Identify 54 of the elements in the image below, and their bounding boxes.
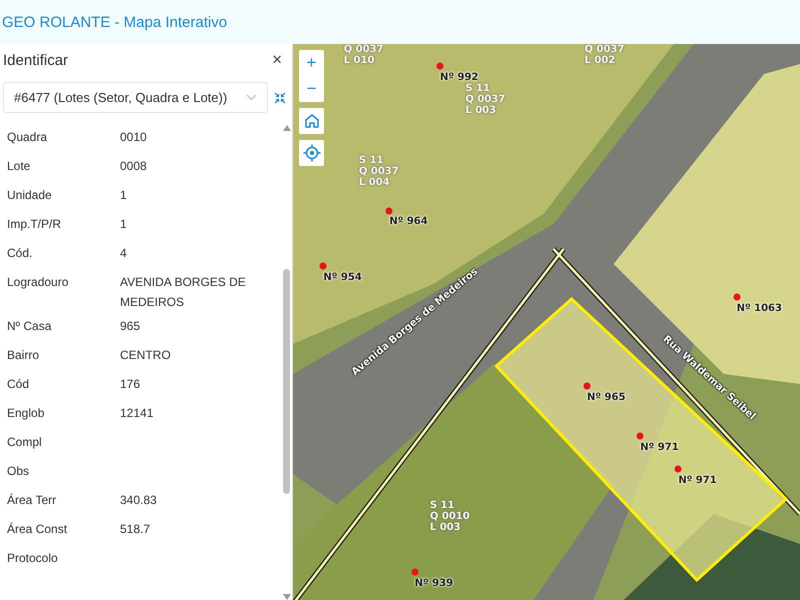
collapse-icon[interactable] [274,92,286,104]
chevron-down-icon [246,94,257,101]
field-value: 0010 [120,129,148,146]
scrollbar[interactable] [282,123,292,600]
layer-select[interactable]: #6477 (Lotes (Setor, Quadra e Lote)) [3,82,268,113]
house-number-label: Nº 939 [414,578,454,589]
field-label: Nº Casa [7,318,52,335]
field-value: 1 [120,187,128,204]
field-label: Unidade [7,187,53,204]
field-value: 1 [120,216,128,233]
field-label: Logradouro [7,274,70,291]
locate-button[interactable] [299,140,324,166]
scroll-up-icon[interactable] [283,125,291,131]
house-number-label: Nº 954 [323,272,362,283]
field-value: AVENIDA BORGES DE MEDEIROS [120,274,247,311]
field-label: Obs [7,463,30,480]
home-icon [304,113,320,129]
field-value: 176 [120,376,142,393]
field-value: 965 [120,318,142,335]
field-label: Protocolo [7,550,59,567]
field-label: Área Terr [7,492,58,509]
field-label: Área Const [7,521,68,538]
field-label: Englob [7,405,46,422]
lot-label: S 11 Q 0010 L 003 [430,500,470,533]
panel-title: Identificar [3,52,68,68]
house-number-label: Nº 1063 [736,302,782,314]
field-label: Bairro [7,347,40,364]
field-label: Quadra [7,129,48,146]
house-number-label: Nº 965 [587,392,626,402]
house-number-label: Nº 971 [678,474,717,486]
field-label: Imp.T/P/R [7,216,62,233]
scroll-down-icon[interactable] [283,594,291,600]
field-value: 4 [120,245,128,262]
field-value: 340.83 [120,492,158,509]
lot-label: Q 0037 L 002 [584,44,624,66]
house-number-label: Nº 964 [389,216,428,228]
field-value: 0008 [120,158,148,175]
home-button[interactable] [299,108,324,134]
house-number-label: Nº 992 [440,72,478,83]
crosshair-icon [302,144,320,162]
field-label: Cód [7,376,30,393]
house-number-label: Nº 971 [640,442,679,453]
aerial-map-drawing[interactable] [293,44,800,600]
lot-label: S 11 Q 0037 L 004 [358,155,399,188]
field-value: CENTRO [120,347,172,364]
lot-label: S 11 Q 0037 L 003 [465,82,506,116]
field-value: 518.7 [120,521,152,538]
field-label: Lote [7,158,32,175]
field-label: Cód. [7,245,34,262]
field-value: 12141 [120,405,154,422]
lot-label: Q 0037 L 010 [344,44,384,66]
close-button[interactable]: × [272,50,282,70]
app-title: GEO ROLANTE - Mapa Interativo [2,14,228,30]
field-label: Compl [7,434,43,451]
